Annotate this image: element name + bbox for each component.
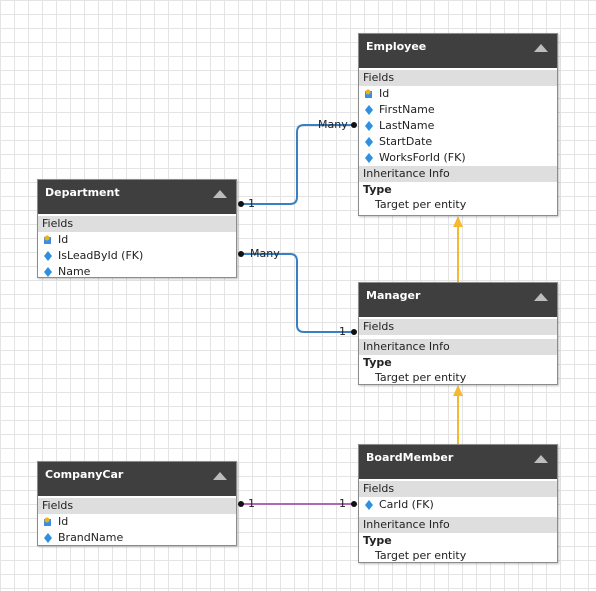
field-diamond-icon xyxy=(365,153,373,163)
field-diamond-icon xyxy=(365,137,373,147)
field-name: WorksForId (FK) xyxy=(379,151,466,164)
field-diamond-icon xyxy=(365,500,373,510)
relation-label: 1 xyxy=(339,325,346,338)
fields-section-header[interactable]: Fields xyxy=(38,216,236,232)
relation-endpoint-dot xyxy=(238,501,244,507)
field-diamond-icon xyxy=(44,267,52,277)
field-name: CarId (FK) xyxy=(379,498,434,511)
collapse-icon[interactable] xyxy=(213,190,227,198)
fields-section-header[interactable]: Fields xyxy=(359,319,557,335)
inheritance-arrowhead xyxy=(453,385,463,396)
field-row[interactable]: Name xyxy=(38,264,236,280)
entity-department[interactable]: Department Fields Id IsLeadById (FK) Nam… xyxy=(37,179,237,278)
entity-title: Manager xyxy=(366,289,421,302)
inheritance-type-label: Type xyxy=(363,183,392,196)
entity-title: Employee xyxy=(366,40,427,53)
field-name: FirstName xyxy=(379,103,435,116)
relation-endpoint-dot xyxy=(351,329,357,335)
field-row[interactable]: CarId (FK) xyxy=(359,497,557,513)
inheritance-type-label: Type xyxy=(363,356,392,369)
inheritance-type-value: Target per entity xyxy=(375,549,467,562)
relation-endpoint-dot xyxy=(351,501,357,507)
entity-boardmember[interactable]: BoardMember Fields CarId (FK) Inheritanc… xyxy=(358,444,558,563)
entity-companycar[interactable]: CompanyCar Fields Id BrandName xyxy=(37,461,237,546)
relation-endpoint-dot xyxy=(238,251,244,257)
relation-label: 1 xyxy=(339,497,346,510)
entity-manager[interactable]: Manager Fields Inheritance Info Type Tar… xyxy=(358,282,558,385)
key-icon xyxy=(44,517,51,526)
entity-employee[interactable]: Employee Fields Id FirstName LastName St… xyxy=(358,33,558,216)
field-name: Name xyxy=(58,265,91,278)
field-diamond-icon xyxy=(44,533,52,543)
inheritance-section-header[interactable]: Inheritance Info xyxy=(359,166,557,182)
field-name: BrandName xyxy=(58,531,124,544)
entity-title: CompanyCar xyxy=(45,468,124,481)
field-name: Id xyxy=(58,233,69,246)
entity-header[interactable]: BoardMember xyxy=(359,445,557,479)
key-icon xyxy=(44,235,51,244)
relation-label: 1 xyxy=(248,197,255,210)
relation-label: Many xyxy=(250,247,280,260)
field-name: StartDate xyxy=(379,135,433,148)
relation-endpoint-dot xyxy=(238,201,244,207)
field-row[interactable]: IsLeadById (FK) xyxy=(38,248,236,264)
inheritance-type-value: Target per entity xyxy=(375,371,467,384)
relation-department-manager[interactable] xyxy=(241,253,354,333)
collapse-icon[interactable] xyxy=(534,455,548,463)
relation-endpoint-dot xyxy=(351,122,357,128)
inheritance-type-value: Target per entity xyxy=(375,198,467,211)
field-row[interactable]: FirstName xyxy=(359,102,557,118)
inheritance-section-header[interactable]: Inheritance Info xyxy=(359,339,557,355)
entity-title: BoardMember xyxy=(366,451,454,464)
field-row[interactable]: WorksForId (FK) xyxy=(359,150,557,166)
collapse-icon[interactable] xyxy=(213,472,227,480)
field-row[interactable]: Id xyxy=(359,86,557,102)
entity-header[interactable]: Department xyxy=(38,180,236,214)
inheritance-section-header[interactable]: Inheritance Info xyxy=(359,517,557,533)
entity-header[interactable]: Manager xyxy=(359,283,557,317)
fields-section-header[interactable]: Fields xyxy=(359,481,557,497)
field-name: LastName xyxy=(379,119,435,132)
collapse-icon[interactable] xyxy=(534,293,548,301)
field-name: IsLeadById (FK) xyxy=(58,249,144,262)
field-diamond-icon xyxy=(44,251,52,261)
entity-header[interactable]: CompanyCar xyxy=(38,462,236,496)
relation-department-employee[interactable] xyxy=(241,124,354,205)
field-row[interactable]: Id xyxy=(38,232,236,248)
field-name: Id xyxy=(379,87,390,100)
key-icon xyxy=(365,89,372,98)
field-row[interactable]: BrandName xyxy=(38,530,236,546)
field-diamond-icon xyxy=(365,121,373,131)
field-row[interactable]: StartDate xyxy=(359,134,557,150)
inheritance-arrowhead xyxy=(453,216,463,227)
field-diamond-icon xyxy=(365,105,373,115)
relation-label: Many xyxy=(318,118,348,131)
fields-section-header[interactable]: Fields xyxy=(359,70,557,86)
field-name: Id xyxy=(58,515,69,528)
entity-header[interactable]: Employee xyxy=(359,34,557,68)
collapse-icon[interactable] xyxy=(534,44,548,52)
inheritance-type-label: Type xyxy=(363,534,392,547)
relation-label: 1 xyxy=(248,497,255,510)
fields-section-header[interactable]: Fields xyxy=(38,498,236,514)
field-row[interactable]: LastName xyxy=(359,118,557,134)
entity-title: Department xyxy=(45,186,120,199)
field-row[interactable]: Id xyxy=(38,514,236,530)
